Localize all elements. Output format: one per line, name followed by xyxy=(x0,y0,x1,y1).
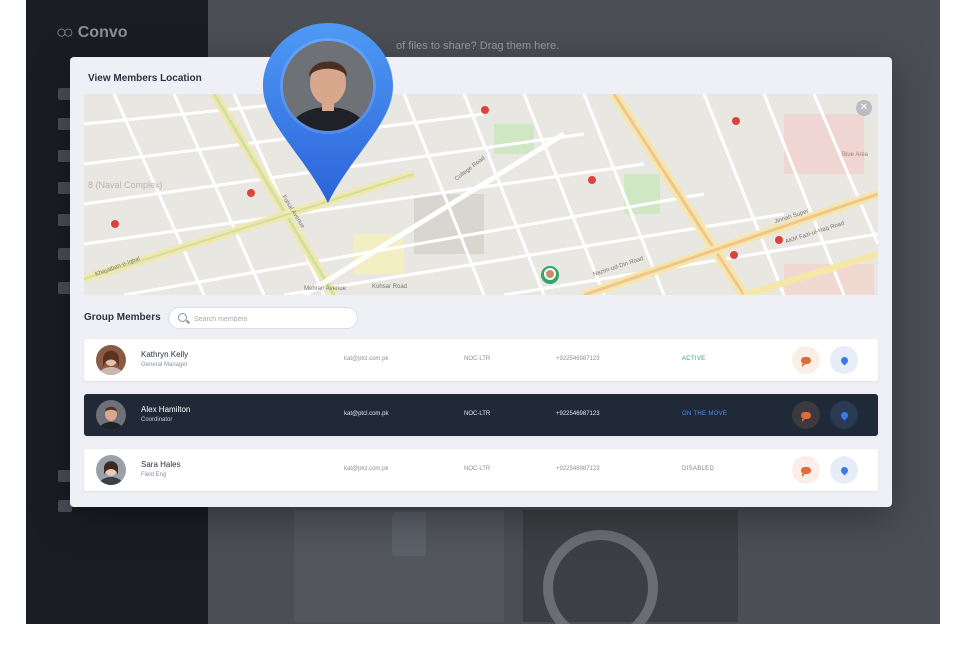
file-icon xyxy=(392,512,426,556)
member-phone: +922546987123 xyxy=(556,411,600,417)
member-row-selected[interactable]: Alex Hamilton Coordinator kat@ptcl.com.p… xyxy=(84,394,878,436)
member-role: General Manager xyxy=(141,362,188,368)
location-icon xyxy=(839,355,849,365)
member-search[interactable] xyxy=(168,307,358,329)
locate-button[interactable] xyxy=(830,401,858,429)
chat-icon xyxy=(801,466,811,477)
member-phone: +922546987123 xyxy=(556,466,600,472)
map-canvas xyxy=(84,94,878,295)
location-icon xyxy=(839,465,849,475)
status-badge: ACTIVE xyxy=(682,356,706,362)
search-input[interactable] xyxy=(192,311,356,327)
status-badge: DISABLED xyxy=(682,466,715,472)
selected-member-pin[interactable] xyxy=(263,23,393,203)
map-close-icon[interactable]: ✕ xyxy=(856,100,872,116)
background-photo xyxy=(523,510,738,624)
member-email: kat@ptcl.com.pk xyxy=(344,411,389,417)
member-department: NOC-LTR xyxy=(464,411,491,417)
member-name: Sara Hales xyxy=(141,460,181,469)
logo-icon: ○○ xyxy=(56,22,74,42)
member-row[interactable]: Sara Hales Field Eng kat@ptcl.com.pk NOC… xyxy=(84,449,878,491)
search-icon xyxy=(178,313,187,322)
modal-title: View Members Location xyxy=(88,73,202,84)
member-name: Alex Hamilton xyxy=(141,405,191,414)
member-role: Field Eng xyxy=(141,472,167,478)
chat-button[interactable] xyxy=(792,346,820,374)
location-icon xyxy=(839,410,849,420)
avatar xyxy=(283,41,373,131)
member-name: Kathryn Kelly xyxy=(141,350,189,359)
member-email: kat@ptcl.com.pk xyxy=(344,466,389,472)
chat-button[interactable] xyxy=(792,456,820,484)
app-logo: ○○ Convo xyxy=(56,22,128,43)
app-name: Convo xyxy=(77,23,128,41)
avatar xyxy=(96,455,126,485)
member-row[interactable]: Kathryn Kelly General Manager kat@ptcl.c… xyxy=(84,339,878,381)
chat-button[interactable] xyxy=(792,401,820,429)
avatar xyxy=(96,400,126,430)
member-role: Coordinator xyxy=(141,417,173,423)
chat-icon xyxy=(801,356,811,367)
locate-button[interactable] xyxy=(830,346,858,374)
group-members-label: Group Members xyxy=(84,312,161,323)
map[interactable]: 8 (Naval Complex) College Road Nazim-ud-… xyxy=(84,94,878,295)
member-phone: +922546987123 xyxy=(556,356,600,362)
avatar xyxy=(96,345,126,375)
members-location-modal: View Members Location 8 (Naval Complex) … xyxy=(70,23,892,507)
chat-icon xyxy=(801,411,811,422)
member-department: NOC-LTR xyxy=(464,356,491,362)
member-email: kat@ptcl.com.pk xyxy=(344,356,389,362)
status-badge: ON THE MOVE xyxy=(682,411,728,417)
member-department: NOC-LTR xyxy=(464,466,491,472)
locate-button[interactable] xyxy=(830,456,858,484)
